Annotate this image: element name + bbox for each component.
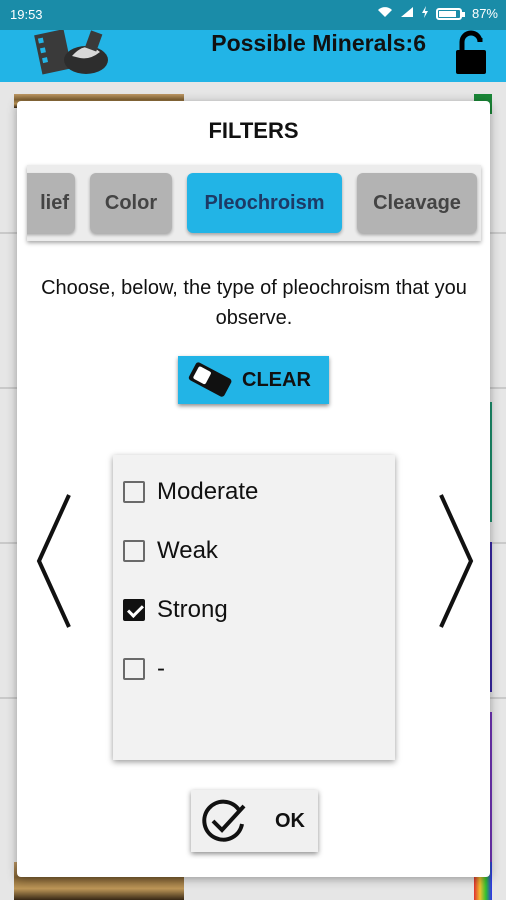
next-arrow-icon[interactable] [435,491,477,631]
unlock-icon[interactable] [454,30,488,76]
clear-button-label: CLEAR [242,368,311,391]
battery-icon [435,7,465,20]
option-weak[interactable]: Weak [123,534,218,568]
option-label: Moderate [157,478,259,505]
dialog-title: FILTERS [208,118,299,143]
option-moderate[interactable]: Moderate [123,475,258,509]
clear-button[interactable]: CLEAR [178,356,329,404]
tab-relief[interactable]: lief [27,173,75,233]
ok-button[interactable]: OK [191,790,318,852]
status-time: 19:53 [10,7,43,22]
option-label: Strong [157,596,228,623]
option-label: Weak [157,537,218,564]
instruction-text: Choose, below, the type of pleochroism t… [41,277,467,329]
filter-tab-bar[interactable]: lief Color Pleochroism Cleavage [27,165,481,241]
pleochroism-options-list: Moderate Weak Strong - [113,455,395,760]
option-strong[interactable]: Strong [123,593,228,627]
eraser-icon [186,360,236,400]
tab-color[interactable]: Color [90,173,172,233]
page-title: Possible Minerals:6 [211,30,426,56]
checkbox-strong[interactable] [123,599,145,621]
status-bar: 19:53 87% [0,0,506,30]
status-icons: 87% [377,6,498,21]
ok-button-label: OK [275,809,305,832]
checkmark-circle-icon [199,796,249,846]
charging-icon [421,6,429,21]
signal-icon [400,6,414,21]
app-bar: Possible Minerals:6 [0,29,506,82]
checkbox-weak[interactable] [123,540,145,562]
tab-cleavage[interactable]: Cleavage [357,173,477,233]
checkbox-moderate[interactable] [123,481,145,503]
checkbox-none[interactable] [123,658,145,680]
filters-dialog: FILTERS lief Color Pleochroism Cleavage … [17,101,490,877]
app-logo-icon[interactable] [32,29,116,82]
battery-percent: 87% [471,6,498,21]
previous-arrow-icon[interactable] [33,491,75,631]
option-label: - [157,655,165,682]
wifi-icon [377,6,393,21]
tab-pleochroism[interactable]: Pleochroism [187,173,342,233]
option-none[interactable]: - [123,652,165,686]
